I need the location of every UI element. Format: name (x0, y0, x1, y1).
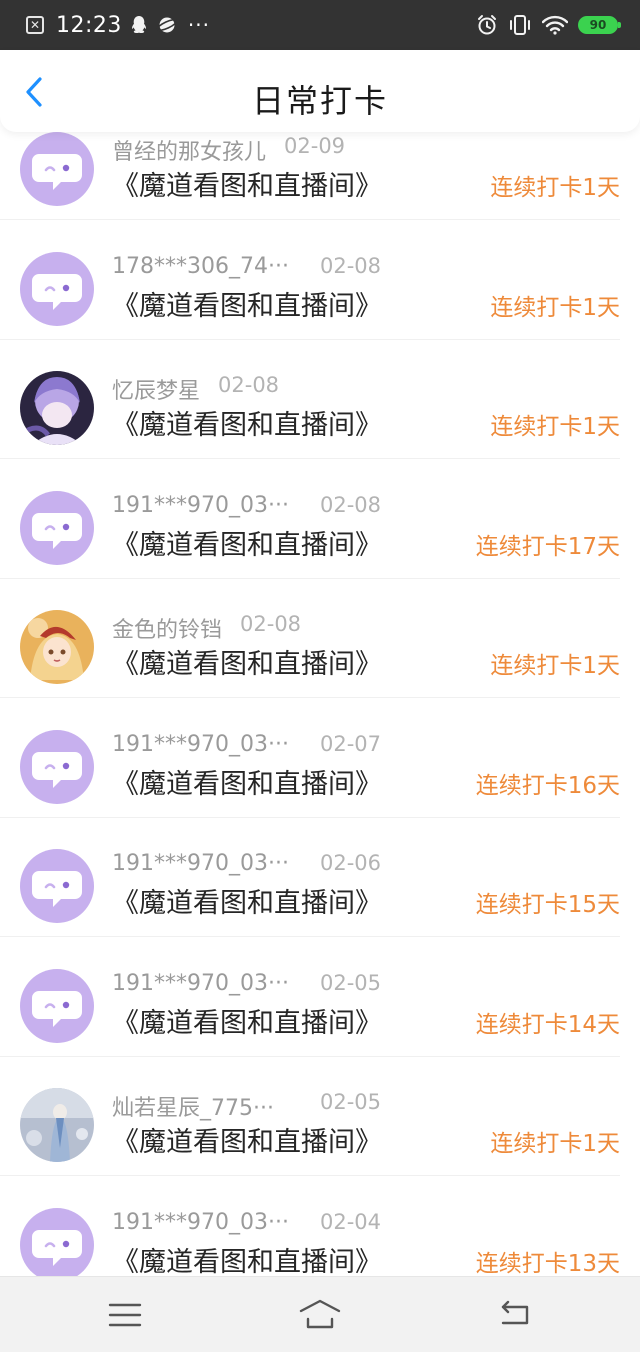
checkin-date: 02-08 (320, 253, 382, 278)
avatar[interactable] (20, 968, 94, 1043)
checkin-row[interactable]: 曾经的那女孩儿 02-09 《魔道看图和直播间》 连续打卡1天 (0, 126, 640, 246)
page-header: 日常打卡 (0, 50, 640, 132)
back-icon (501, 1300, 529, 1325)
user-photo (20, 610, 94, 684)
menu-button[interactable] (105, 1297, 145, 1333)
more-dots-icon: ··· (187, 13, 210, 37)
username: 191***970_03··· (112, 970, 289, 996)
planet-icon (156, 15, 178, 35)
checkin-row[interactable]: 灿若星辰_775··· 02-05 《魔道看图和直播间》 连续打卡1天 (0, 1082, 640, 1202)
status-left: ✕ 12:23 ··· (26, 13, 210, 38)
checkin-date: 02-08 (218, 373, 280, 397)
chat-bubble-icon (32, 990, 82, 1027)
streak-label: 连续打卡1天 (490, 294, 620, 321)
avatar[interactable] (20, 132, 94, 206)
checkin-title: 《魔道看图和直播间》 (112, 1246, 382, 1278)
checkin-row[interactable]: 178***306_74··· 02-08 《魔道看图和直播间》 连续打卡1天 (0, 246, 640, 366)
streak-label: 连续打卡1天 (490, 175, 620, 201)
user-photo (20, 1088, 94, 1162)
chat-bubble-icon (32, 512, 82, 549)
checkin-date: 02-08 (320, 492, 382, 517)
home-button[interactable] (298, 1297, 342, 1333)
streak-label: 连续打卡1天 (490, 1131, 620, 1157)
streak-label: 连续打卡1天 (490, 414, 620, 440)
avatar[interactable] (20, 251, 94, 326)
status-right: 90 (476, 14, 621, 36)
checkin-row[interactable]: 忆辰梦星 02-08 《魔道看图和直播间》 连续打卡1天 (0, 365, 640, 485)
streak-label: 连续打卡15天 (475, 892, 620, 918)
row-divider (0, 936, 620, 937)
alarm-icon (476, 14, 498, 36)
row-divider (0, 577, 620, 579)
checkin-title: 《魔道看图和直播间》 (112, 1007, 382, 1039)
username: 191***970_03··· (112, 731, 289, 757)
chat-bubble-icon (32, 1229, 82, 1266)
streak-label: 连续打卡17天 (475, 533, 620, 560)
back-nav-button[interactable] (495, 1297, 535, 1333)
checkin-title: 《魔道看图和直播间》 (112, 1127, 382, 1158)
chat-bubble-icon (32, 154, 82, 190)
row-divider (0, 219, 620, 220)
checkin-row[interactable]: 191***970_03··· 02-08 《魔道看图和直播间》 连续打卡17天 (0, 485, 640, 605)
qq-icon (130, 15, 148, 35)
checkin-date: 02-06 (320, 851, 382, 875)
row-divider (0, 1175, 620, 1176)
streak-label: 连续打卡1天 (490, 653, 620, 679)
home-icon (299, 1299, 341, 1329)
row-divider (0, 816, 620, 818)
avatar[interactable] (20, 610, 94, 684)
chat-bubble-icon (32, 871, 82, 907)
username: 灿若星辰_775··· (112, 1096, 274, 1121)
avatar[interactable] (20, 371, 94, 445)
checkin-title: 《魔道看图和直播间》 (112, 290, 382, 322)
checkin-date: 02-09 (284, 134, 346, 158)
avatar[interactable] (20, 1207, 94, 1282)
app-notification-icon: ✕ (26, 16, 44, 34)
checkin-row[interactable]: 金色的铃铛 02-08 《魔道看图和直播间》 连续打卡1天 (0, 604, 640, 724)
avatar[interactable] (20, 729, 94, 804)
wifi-icon (542, 15, 568, 35)
row-divider (0, 1055, 620, 1057)
row-divider (0, 697, 620, 698)
system-nav-bar (0, 1276, 640, 1352)
streak-label: 连续打卡13天 (475, 1250, 620, 1277)
checkin-title: 《魔道看图和直播间》 (112, 410, 382, 441)
username: 191***970_03··· (112, 1209, 289, 1235)
checkin-title: 《魔道看图和直播间》 (112, 768, 382, 800)
streak-label: 连续打卡16天 (475, 772, 620, 799)
status-time: 12:23 (56, 12, 122, 38)
username: 191***970_03··· (112, 851, 289, 876)
checkin-title: 《魔道看图和直播间》 (112, 529, 382, 561)
username: 178***306_74··· (112, 253, 289, 279)
chat-bubble-icon (32, 273, 82, 310)
battery-icon: 90 (578, 16, 621, 34)
username: 忆辰梦星 (112, 379, 201, 404)
checkin-title: 《魔道看图和直播间》 (112, 649, 382, 680)
avatar[interactable] (20, 849, 94, 923)
avatar[interactable] (20, 490, 94, 565)
checkin-row[interactable]: 191***970_03··· 02-07 《魔道看图和直播间》 连续打卡16天 (0, 724, 640, 844)
streak-label: 连续打卡14天 (475, 1011, 620, 1038)
checkin-date: 02-05 (320, 970, 382, 995)
username: 191***970_03··· (112, 492, 289, 518)
username: 金色的铃铛 (112, 618, 223, 643)
checkin-date: 02-04 (320, 1209, 382, 1234)
status-bar: ✕ 12:23 ··· 90 (0, 0, 640, 50)
user-photo (20, 371, 94, 445)
chat-bubble-icon (32, 751, 82, 788)
menu-icon (108, 1303, 142, 1327)
row-divider (0, 338, 620, 340)
checkin-title: 《魔道看图和直播间》 (112, 888, 382, 919)
checkin-date: 02-05 (320, 1090, 382, 1114)
row-divider (0, 458, 620, 459)
checkin-row[interactable]: 191***970_03··· 02-05 《魔道看图和直播间》 连续打卡14天 (0, 963, 640, 1083)
checkin-row[interactable]: 191***970_03··· 02-06 《魔道看图和直播间》 连续打卡15天 (0, 843, 640, 963)
page-title: 日常打卡 (251, 82, 388, 120)
vibrate-icon (508, 14, 532, 36)
checkin-title: 《魔道看图和直播间》 (112, 171, 382, 202)
username: 曾经的那女孩儿 (112, 140, 267, 165)
checkin-date: 02-08 (240, 612, 302, 636)
avatar[interactable] (20, 1088, 94, 1162)
checkin-date: 02-07 (320, 731, 382, 756)
